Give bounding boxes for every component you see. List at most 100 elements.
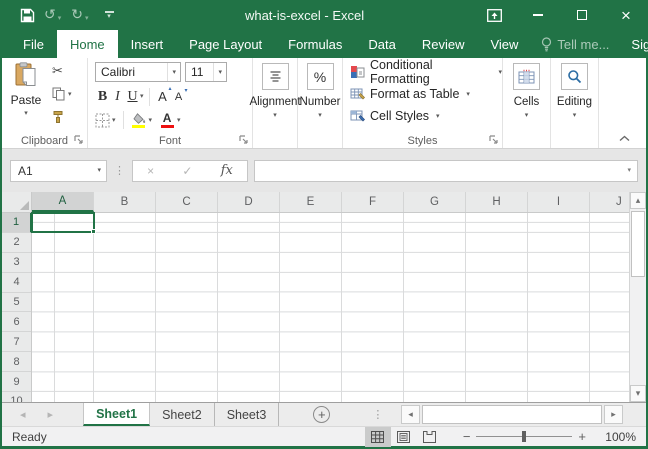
page-break-preview-button[interactable] [417, 427, 443, 447]
tab-file[interactable]: File [10, 30, 57, 58]
paste-dropdown-caret[interactable]: ▾ [7, 110, 45, 117]
font-size-select[interactable]: 11 ▾ [185, 62, 227, 82]
maximize-button[interactable] [560, 0, 604, 30]
sheet-nav-right-button[interactable]: ▸ [48, 403, 54, 426]
scroll-down-button[interactable]: ▾ [630, 385, 646, 402]
row-header-2[interactable]: 2 [2, 233, 31, 253]
column-header-j[interactable]: J [590, 192, 629, 212]
scroll-right-button[interactable]: ▸ [604, 405, 623, 424]
paste-button[interactable]: Paste ▾ [7, 62, 45, 117]
column-header-h[interactable]: H [466, 192, 528, 212]
scroll-up-button[interactable]: ▴ [630, 192, 646, 209]
ribbon-display-options-button[interactable] [472, 0, 516, 30]
customize-quick-access-button[interactable]: ▾ [105, 0, 114, 30]
normal-view-button[interactable] [365, 427, 391, 447]
clipboard-dialog-launcher[interactable] [74, 135, 84, 145]
tab-view[interactable]: View [477, 30, 531, 58]
enter-button[interactable]: ✓ [182, 164, 192, 178]
borders-button[interactable] [95, 113, 110, 128]
vertical-scroll-thumb[interactable] [631, 211, 645, 277]
decrease-font-button[interactable]: A▾ [171, 91, 187, 103]
copy-dropdown-caret[interactable]: ▾ [68, 91, 72, 98]
sign-in-button[interactable]: Sign in [619, 30, 648, 58]
undo-button[interactable]: ↺ ▾ [44, 0, 63, 30]
name-box[interactable]: A1 ▾ [10, 160, 107, 182]
fill-handle[interactable] [91, 229, 96, 234]
cut-button[interactable]: ✂ [52, 64, 72, 78]
redo-dropdown-caret[interactable]: ▾ [85, 14, 89, 22]
zoom-slider-thumb[interactable] [522, 431, 526, 442]
save-button[interactable] [10, 0, 44, 30]
row-header-6[interactable]: 6 [2, 312, 31, 332]
cells-button[interactable]: Cells ▾ [503, 58, 550, 148]
column-header-g[interactable]: G [404, 192, 466, 212]
row-header-4[interactable]: 4 [2, 273, 31, 293]
column-header-e[interactable]: E [280, 192, 342, 212]
row-header-3[interactable]: 3 [2, 253, 31, 273]
number-button[interactable]: % Number ▾ [298, 58, 342, 148]
column-header-d[interactable]: D [218, 192, 280, 212]
zoom-slider[interactable] [476, 436, 572, 437]
tab-data[interactable]: Data [355, 30, 408, 58]
scroll-left-button[interactable]: ◂ [401, 405, 420, 424]
sheet-tab-sheet2[interactable]: Sheet2 [150, 403, 215, 426]
editing-button[interactable]: Editing ▾ [551, 58, 598, 148]
column-header-a[interactable]: A [32, 192, 94, 212]
tab-home[interactable]: Home [57, 30, 118, 58]
tab-formulas[interactable]: Formulas [275, 30, 355, 58]
undo-dropdown-caret[interactable]: ▾ [58, 14, 62, 22]
redo-button[interactable]: ↻ ▾ [71, 0, 90, 30]
fill-color-button[interactable] [131, 113, 147, 128]
font-dialog-launcher[interactable] [239, 135, 249, 145]
alignment-button[interactable]: Alignment ▾ [253, 58, 297, 148]
insert-function-button[interactable]: fx [221, 163, 233, 178]
close-button[interactable]: × [604, 0, 648, 30]
zoom-in-button[interactable]: + [572, 429, 592, 444]
zoom-level-label[interactable]: 100% [592, 430, 636, 444]
horizontal-scroll-thumb[interactable] [422, 405, 602, 424]
row-header-1[interactable]: 1 [2, 213, 32, 233]
conditional-formatting-button[interactable]: Conditional Formatting ▾ [343, 61, 502, 83]
minimize-button[interactable] [516, 0, 560, 30]
active-cell-selection[interactable] [31, 212, 95, 233]
vertical-scrollbar[interactable]: ▴ ▾ [629, 192, 646, 402]
increase-font-button[interactable]: A▴ [155, 89, 171, 104]
page-layout-view-button[interactable] [391, 427, 417, 447]
name-box-caret[interactable]: ▾ [92, 161, 106, 181]
font-color-dropdown-caret[interactable]: ▾ [177, 117, 181, 124]
font-name-select[interactable]: Calibri ▾ [95, 62, 181, 82]
horizontal-scrollbar[interactable]: ◂ ▸ [401, 405, 623, 424]
font-color-button[interactable]: A [159, 113, 175, 128]
tab-page-layout[interactable]: Page Layout [176, 30, 275, 58]
format-painter-button[interactable] [52, 110, 72, 124]
collapse-ribbon-button[interactable] [619, 135, 630, 142]
sheet-tab-sheet3[interactable]: Sheet3 [215, 403, 280, 426]
formula-bar-grip-icon[interactable]: ⋮ [107, 164, 132, 177]
row-header-8[interactable]: 8 [2, 352, 31, 372]
cancel-button[interactable]: × [147, 164, 154, 178]
expand-formula-bar-caret[interactable]: ▾ [627, 167, 637, 174]
underline-button[interactable]: U [125, 89, 140, 105]
borders-dropdown-caret[interactable]: ▾ [112, 117, 116, 124]
column-header-f[interactable]: F [342, 192, 404, 212]
formula-input[interactable]: ▾ [254, 160, 638, 182]
column-header-i[interactable]: I [528, 192, 590, 212]
sheet-bar-grip-icon[interactable]: ⋮ [372, 403, 383, 426]
cells-area[interactable] [32, 213, 629, 402]
cell-styles-button[interactable]: Cell Styles ▾ [343, 105, 502, 127]
row-header-7[interactable]: 7 [2, 332, 31, 352]
zoom-out-button[interactable]: − [457, 429, 477, 444]
row-header-10[interactable]: 10 [2, 392, 31, 402]
styles-dialog-launcher[interactable] [489, 135, 499, 145]
underline-dropdown-caret[interactable]: ▾ [140, 93, 144, 100]
row-header-5[interactable]: 5 [2, 293, 31, 313]
select-all-button[interactable] [2, 192, 32, 212]
add-sheet-button[interactable]: + [313, 406, 330, 423]
copy-button[interactable]: ▾ [52, 87, 72, 101]
fill-color-dropdown-caret[interactable]: ▾ [149, 117, 153, 124]
tab-insert[interactable]: Insert [118, 30, 177, 58]
row-header-9[interactable]: 9 [2, 372, 31, 392]
sheet-nav-left-button[interactable]: ◂ [20, 403, 26, 426]
column-header-b[interactable]: B [94, 192, 156, 212]
column-header-c[interactable]: C [156, 192, 218, 212]
